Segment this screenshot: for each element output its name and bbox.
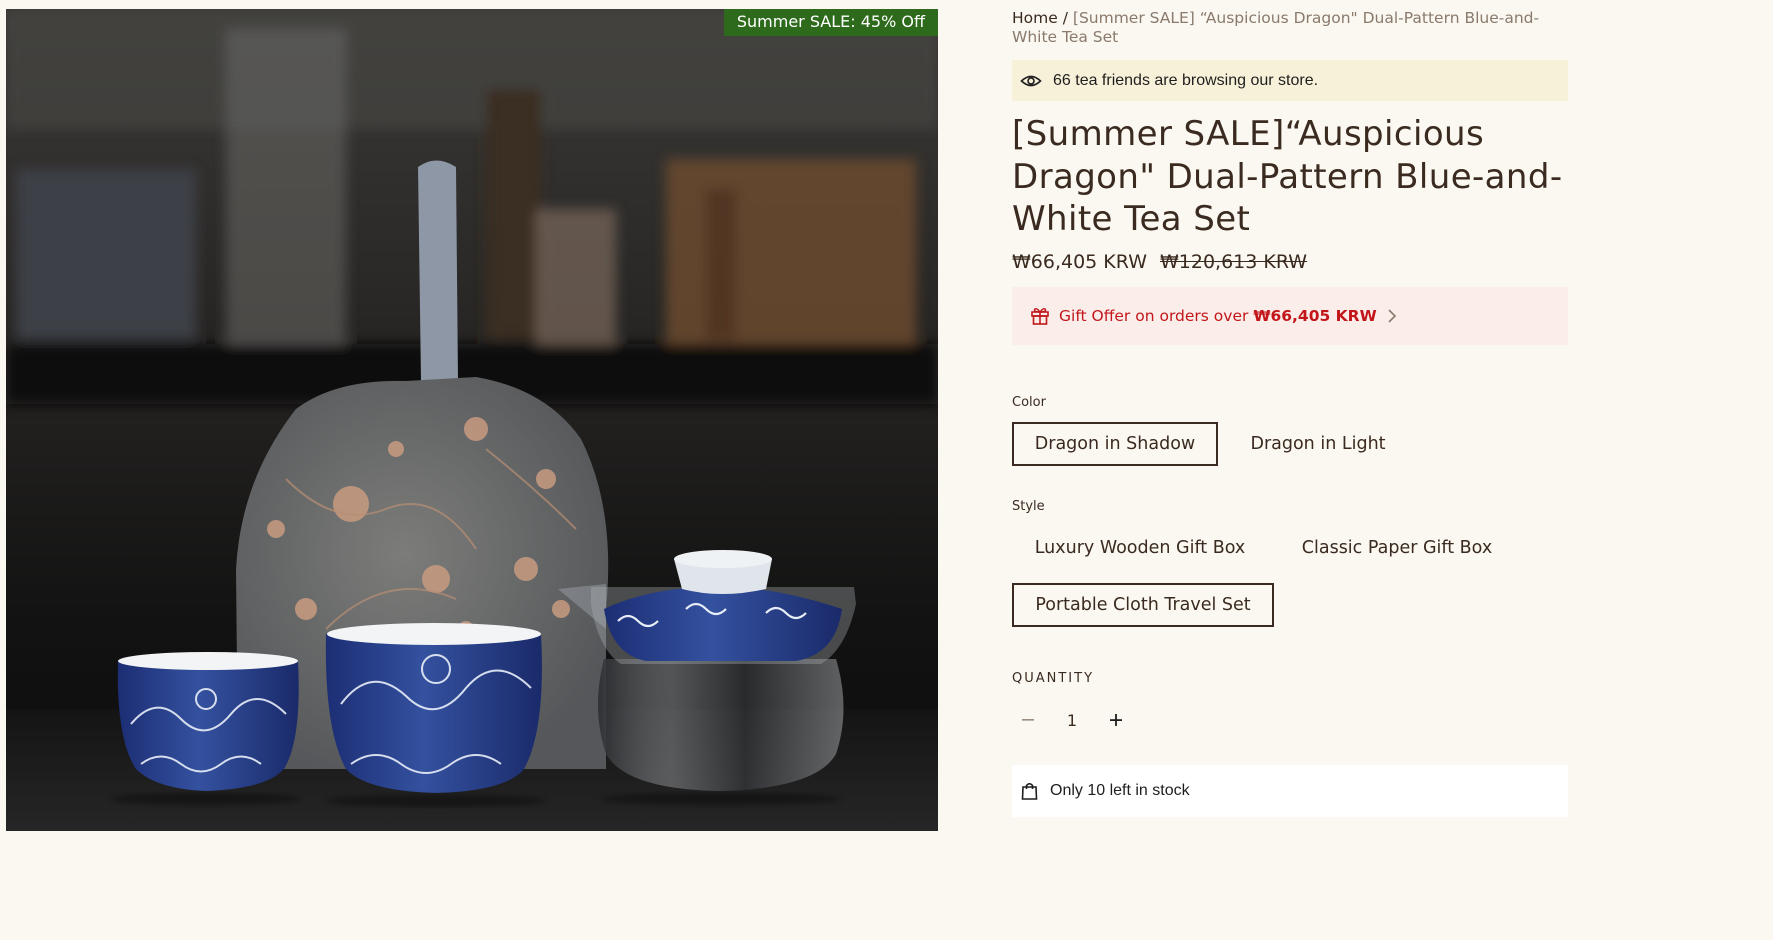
quantity-stepper: 1	[1012, 698, 1144, 742]
gift-offer-amount: ₩66,405 KRW	[1253, 307, 1377, 325]
breadcrumb: Home / [Summer SALE] “Auspicious Dragon"…	[1012, 9, 1568, 47]
breadcrumb-separator: /	[1062, 9, 1068, 27]
eye-icon	[1020, 75, 1042, 86]
minus-icon	[1022, 719, 1034, 721]
color-option-label: Color	[1012, 395, 1046, 410]
stock-notice: Only 10 left in stock	[1012, 765, 1568, 817]
product-title: [Summer SALE]“Auspicious Dragon" Dual-Pa…	[1012, 114, 1563, 239]
tea-set-photo	[6, 9, 938, 831]
color-option-dragon-in-shadow[interactable]: Dragon in Shadow	[1012, 422, 1218, 466]
product-image[interactable]: Summer SALE: 45% Off	[6, 9, 938, 831]
visitors-text: 66 tea friends are browsing our store.	[1053, 71, 1319, 89]
breadcrumb-home-link[interactable]: Home	[1012, 9, 1058, 27]
price-block: ₩66,405 KRW ₩120,613 KRW	[1012, 251, 1307, 273]
gift-icon	[1031, 307, 1049, 325]
quantity-increase-button[interactable]	[1100, 698, 1132, 742]
gift-offer-banner[interactable]: Gift Offer on orders over ₩66,405 KRW	[1012, 287, 1568, 345]
sale-price: ₩66,405 KRW	[1012, 251, 1147, 273]
style-option-luxury-wooden-gift-box[interactable]: Luxury Wooden Gift Box	[1012, 526, 1268, 570]
plus-icon	[1110, 714, 1122, 726]
quantity-label: QUANTITY	[1012, 671, 1095, 686]
gift-offer-text: Gift Offer on orders over	[1059, 307, 1249, 325]
quantity-decrease-button[interactable]	[1012, 698, 1044, 742]
chevron-right-icon	[1388, 309, 1396, 323]
visitors-banner: 66 tea friends are browsing our store.	[1012, 60, 1568, 101]
style-option-label: Style	[1012, 499, 1045, 514]
stock-text: Only 10 left in stock	[1050, 782, 1190, 799]
shopping-bag-icon	[1021, 782, 1038, 800]
quantity-input[interactable]: 1	[1044, 711, 1100, 730]
sale-badge: Summer SALE: 45% Off	[723, 9, 938, 36]
style-option-portable-cloth-travel-set[interactable]: Portable Cloth Travel Set	[1012, 583, 1274, 627]
compare-price: ₩120,613 KRW	[1160, 251, 1308, 273]
color-option-dragon-in-light[interactable]: Dragon in Light	[1228, 422, 1408, 466]
style-option-classic-paper-gift-box[interactable]: Classic Paper Gift Box	[1280, 526, 1514, 570]
breadcrumb-current: [Summer SALE] “Auspicious Dragon" Dual-P…	[1012, 9, 1540, 46]
